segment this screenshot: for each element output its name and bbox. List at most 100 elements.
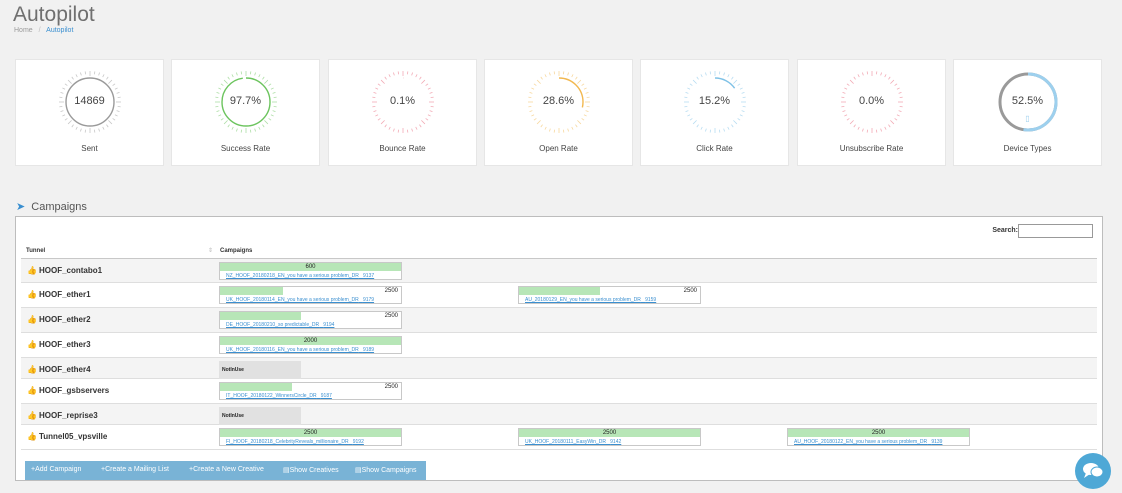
gauge-tick (577, 79, 582, 84)
campaign-link[interactable]: FI_HOOF_20180218_CelebrityReveals_millio… (226, 439, 364, 445)
campaign-id: 9192 (352, 439, 364, 445)
stat-value: 15.2% (698, 95, 731, 107)
campaign-count: 2500 (683, 288, 697, 294)
gauge-tick (116, 92, 120, 94)
campaign-progress[interactable]: 2500 IT_HOOF_20180122_WinnersCircle_DR 91… (219, 382, 402, 400)
page-title: Autopilot (13, 3, 95, 26)
stat-label: Click Rate (696, 144, 733, 153)
gauge-tick (849, 79, 854, 84)
campaign-count: 2500 (384, 288, 398, 294)
campaign-progress[interactable]: 2500 AU_HOOF_20180122_EN_you have a serio… (787, 428, 970, 446)
campaign-link[interactable]: UK_HOOF_20180114_EN_you have a serious p… (226, 297, 374, 303)
gauge-tick (216, 110, 220, 112)
tunnel-label: HOOF_ether4 (38, 365, 91, 374)
gauge-tick (581, 118, 585, 121)
search-input[interactable] (1018, 224, 1093, 238)
gauge-tick (220, 83, 224, 86)
add-campaign-button[interactable]: +Add Campaign (31, 466, 81, 473)
gauge-tick (388, 126, 391, 130)
stat-label: Open Rate (539, 144, 578, 153)
gauge-tick (536, 79, 541, 84)
gauge-tick (842, 110, 846, 112)
campaign-link[interactable]: IT_HOOF_20180122_WinnersCircle_DR 9187 (226, 393, 332, 399)
gauge-tick (687, 87, 691, 90)
gauge-tick (723, 72, 725, 76)
gauge-tick (112, 118, 116, 121)
gauge-tick (380, 120, 385, 125)
gauge-tick (880, 72, 882, 76)
campaign-link[interactable]: AU_20180129_EN_you have a serious proble… (525, 297, 656, 303)
gauge-tick (739, 114, 743, 117)
campaign-link[interactable]: NZ_HOOF_20180218_EN_you have a serious p… (226, 273, 374, 279)
header-tunnel[interactable]: Tunnel (26, 248, 45, 254)
campaign-link[interactable]: AU_HOOF_20180122_EN_you have a serious p… (794, 439, 942, 445)
campaign-progress[interactable]: 2500 DE_HOOF_20180210_so predictable_DR 9… (219, 311, 402, 329)
show-campaigns-button[interactable]: ▤Show Campaigns (355, 466, 417, 474)
gauge-tick (890, 79, 895, 84)
campaign-progress[interactable]: 2500 UK_HOOF_20180114_EN_you have a serio… (219, 286, 402, 304)
gauge-tick (108, 79, 113, 84)
gauge-tick (571, 126, 574, 130)
stat-label: Bounce Rate (379, 144, 426, 153)
gauge-tick (373, 92, 377, 94)
gauge-tick (268, 118, 272, 121)
gauge-tick (536, 120, 541, 125)
gauge-tick (80, 128, 82, 132)
table-row: 👍 HOOF_contabo1 600 NZ_HOOF_20180218_EN_you… (21, 259, 1097, 283)
show-creatives-button[interactable]: ▤Show Creatives (283, 466, 339, 474)
tunnel-name: 👍 Tunnel05_vpsville (27, 432, 107, 441)
gauge-tick (258, 126, 261, 130)
gauge-tick (857, 74, 860, 78)
campaign-progress[interactable]: 2000 UK_HOOF_20180116_EN_you have a serio… (219, 336, 402, 354)
campaign-link[interactable]: DE_HOOF_20180210_so predictable_DR 9194 (226, 322, 334, 328)
gauge-tick (388, 74, 391, 78)
stat-card-success-rate: 97.7% Success Rate (171, 59, 320, 166)
gauge-tick (529, 110, 533, 112)
create-new-creative-button[interactable]: +Create a New Creative (189, 466, 264, 473)
campaign-progress[interactable]: 2500 FI_HOOF_20180218_CelebrityReveals_mi… (219, 428, 402, 446)
stat-card-device-types: 52.5% ▯ Device Types (953, 59, 1102, 166)
breadcrumb: Home / Autopilot (14, 27, 73, 34)
gauge-tick (544, 74, 547, 78)
gauge-tick (896, 87, 900, 90)
chat-bubble-button[interactable] (1075, 453, 1111, 489)
create-mailing-list-button[interactable]: +Create a Mailing List (101, 466, 169, 473)
gauge-tick (377, 83, 381, 86)
gauge-tick (67, 79, 72, 84)
gauge-tick (102, 126, 105, 130)
gauge-tick (411, 128, 413, 132)
gauge-tick (272, 92, 276, 94)
gauge-tick (270, 87, 274, 90)
campaign-link[interactable]: UK_HOOF_20180116_EN_you have a serious p… (226, 347, 374, 353)
gauge-tick (853, 76, 856, 80)
campaign-link[interactable]: UK_HOOF_20180111_EasyWin_DR 9142 (525, 439, 621, 445)
stat-value: 0.0% (858, 95, 885, 107)
gauge-tick (270, 114, 274, 117)
gauge-tick (236, 72, 238, 76)
campaign-id: 9189 (362, 347, 375, 353)
sort-icon[interactable]: ⇕ (208, 247, 213, 254)
gauge-tick (685, 110, 689, 112)
stat-card-sent: 14869 Sent (15, 59, 164, 166)
campaign-progress[interactable]: 2500 AU_20180129_EN_you have a serious pr… (518, 286, 701, 304)
gauge-tick (733, 120, 738, 125)
show-creatives-label: Show Creatives (289, 467, 339, 474)
tunnel-label: Tunnel05_vpsville (38, 432, 108, 441)
tunnel-label: HOOF_ether2 (38, 315, 91, 324)
stat-label: Unsubscribe Rate (839, 144, 904, 153)
campaign-progress[interactable]: 2500 UK_HOOF_20180111_EasyWin_DR 9142 (518, 428, 701, 446)
gauge-tick (106, 124, 109, 128)
gauge-tick (393, 72, 395, 76)
tunnel-name: 👍 HOOF_gsbservers (27, 386, 109, 395)
gauge-tick (733, 79, 738, 84)
gauge-tick (583, 87, 587, 90)
gauge-tick (894, 83, 898, 86)
gauge-tick (540, 124, 543, 128)
breadcrumb-home[interactable]: Home (14, 27, 33, 34)
gauge-tick (581, 83, 585, 86)
gauge-tick (254, 72, 256, 76)
document-icon: ▤ (283, 467, 290, 474)
header-campaigns[interactable]: Campaigns (220, 248, 252, 254)
campaign-progress[interactable]: 600 NZ_HOOF_20180218_EN_you have a seriou… (219, 262, 402, 280)
gauge-tick (723, 128, 725, 132)
